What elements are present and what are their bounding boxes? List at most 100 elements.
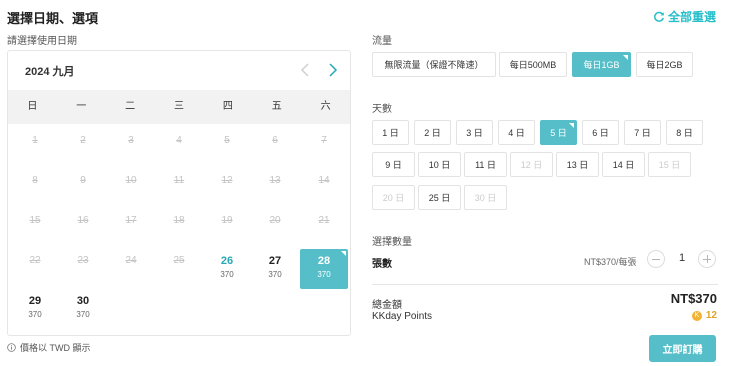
- total-label: 總金額: [372, 300, 402, 311]
- day-number: 2: [80, 135, 86, 146]
- price-note-text: 價格以 TWD 顯示: [20, 343, 91, 353]
- calendar-day[interactable]: 27 370: [251, 249, 299, 289]
- days-option[interactable]: 25 日: [418, 185, 461, 210]
- day-number: 30: [76, 295, 90, 307]
- calendar-day-past: 10: [107, 169, 155, 209]
- calendar-day-past: 21: [300, 209, 348, 249]
- increase-button[interactable]: [698, 250, 716, 268]
- calendar-day-past: 15: [11, 209, 59, 249]
- minus-icon: [652, 259, 660, 260]
- refresh-icon: [654, 11, 664, 22]
- calendar-day-past: 3: [107, 129, 155, 169]
- calendar-day-past: 13: [251, 169, 299, 209]
- day-price: 370: [28, 310, 42, 319]
- day-number: 18: [173, 215, 185, 226]
- day-number: 26: [220, 255, 234, 267]
- info-icon: [7, 343, 16, 352]
- calendar-day-past: 7: [300, 129, 348, 169]
- divider: [372, 284, 718, 285]
- calendar-day-past: 1: [11, 129, 59, 169]
- calendar-day-past: 25: [155, 249, 203, 289]
- days-option[interactable]: 4 日: [498, 120, 535, 145]
- calendar-day-past: 12: [203, 169, 251, 209]
- days-option[interactable]: 6 日: [582, 120, 619, 145]
- calendar-day[interactable]: 29 370: [11, 289, 59, 329]
- traffic-option[interactable]: 每日1GB: [572, 52, 631, 77]
- days-option[interactable]: 7 日: [624, 120, 661, 145]
- day-number: 20: [269, 215, 281, 226]
- days-option[interactable]: 8 日: [666, 120, 703, 145]
- weekday-label: 六: [320, 101, 331, 112]
- calendar-month: 2024 九月: [25, 66, 75, 78]
- quantity-value: 1: [678, 252, 686, 264]
- price-note: 價格以 TWD 顯示: [7, 341, 91, 354]
- traffic-option[interactable]: 每日500MB: [499, 52, 567, 77]
- chevron-right-icon[interactable]: [326, 62, 340, 78]
- unit-price: NT$370/每張: [584, 257, 637, 267]
- points-label: KKday Points: [372, 311, 433, 322]
- day-number: 4: [176, 135, 182, 146]
- days-option[interactable]: 13 日: [556, 152, 599, 177]
- calendar-day[interactable]: 30 370: [59, 289, 107, 329]
- reset-all-label: 全部重選: [667, 10, 716, 24]
- days-option[interactable]: 2 日: [414, 120, 451, 145]
- chevron-left-icon[interactable]: [298, 62, 312, 78]
- days-option[interactable]: 10 日: [418, 152, 461, 177]
- day-number: 22: [29, 255, 41, 266]
- day-number: 27: [268, 255, 282, 267]
- days-option[interactable]: 11 日: [464, 152, 507, 177]
- calendar-day-past: 14: [300, 169, 348, 209]
- calendar-day-past: 2: [59, 129, 107, 169]
- weekday-label: 日: [27, 101, 38, 112]
- days-label: 天數: [372, 104, 392, 115]
- calendar-day-past: 23: [59, 249, 107, 289]
- days-option[interactable]: 5 日: [540, 120, 577, 145]
- reset-all-button[interactable]: 全部重選: [653, 8, 716, 25]
- weekday-label: 一: [76, 101, 87, 112]
- calendar-day-past: 16: [59, 209, 107, 249]
- quantity-item-name: 張數: [372, 259, 392, 270]
- calendar-header: 2024 九月: [8, 51, 350, 89]
- traffic-label: 流量: [372, 36, 392, 47]
- calendar-day-past: 11: [155, 169, 203, 209]
- day-number: 9: [80, 175, 86, 186]
- day-number: 5: [224, 135, 230, 146]
- buy-now-button[interactable]: 立即訂購: [649, 335, 716, 362]
- day-number: 19: [221, 215, 233, 226]
- calendar-day-past: 18: [155, 209, 203, 249]
- days-option[interactable]: 3 日: [456, 120, 493, 145]
- weekday-label: 四: [222, 101, 233, 112]
- day-number: 29: [28, 295, 42, 307]
- day-number: 21: [318, 215, 330, 226]
- weekday-label: 三: [174, 101, 184, 112]
- day-number: 3: [128, 135, 134, 146]
- days-option[interactable]: 9 日: [372, 152, 415, 177]
- day-number: 15: [29, 215, 41, 226]
- calendar-day-past: 22: [11, 249, 59, 289]
- days-option: 20 日: [372, 185, 415, 210]
- day-price: 370: [317, 270, 331, 279]
- days-option[interactable]: 14 日: [602, 152, 645, 177]
- day-number: 1: [32, 135, 38, 146]
- days-option[interactable]: 1 日: [372, 120, 409, 145]
- calendar-day-past: 24: [107, 249, 155, 289]
- day-number: 23: [77, 255, 89, 266]
- calendar-day-past: 4: [155, 129, 203, 169]
- calendar-day[interactable]: 26 370: [203, 249, 251, 289]
- day-number: 28: [317, 255, 331, 267]
- day-number: 8: [32, 175, 38, 186]
- weekday-label: 二: [125, 101, 136, 112]
- day-number: 11: [173, 175, 185, 186]
- calendar-day-selected[interactable]: 28 370: [300, 249, 348, 289]
- calendar-day-past: 9: [59, 169, 107, 209]
- traffic-option[interactable]: 無限流量（保證不降速）: [372, 52, 496, 77]
- weekday-label: 五: [271, 101, 282, 112]
- calendar-day-past: 17: [107, 209, 155, 249]
- traffic-option[interactable]: 每日2GB: [636, 52, 693, 77]
- day-number: 16: [77, 215, 89, 226]
- day-price: 370: [76, 310, 90, 319]
- decrease-button[interactable]: [647, 250, 665, 268]
- points: K 12: [691, 310, 717, 321]
- calendar-day-past: 19: [203, 209, 251, 249]
- days-option: 15 日: [648, 152, 691, 177]
